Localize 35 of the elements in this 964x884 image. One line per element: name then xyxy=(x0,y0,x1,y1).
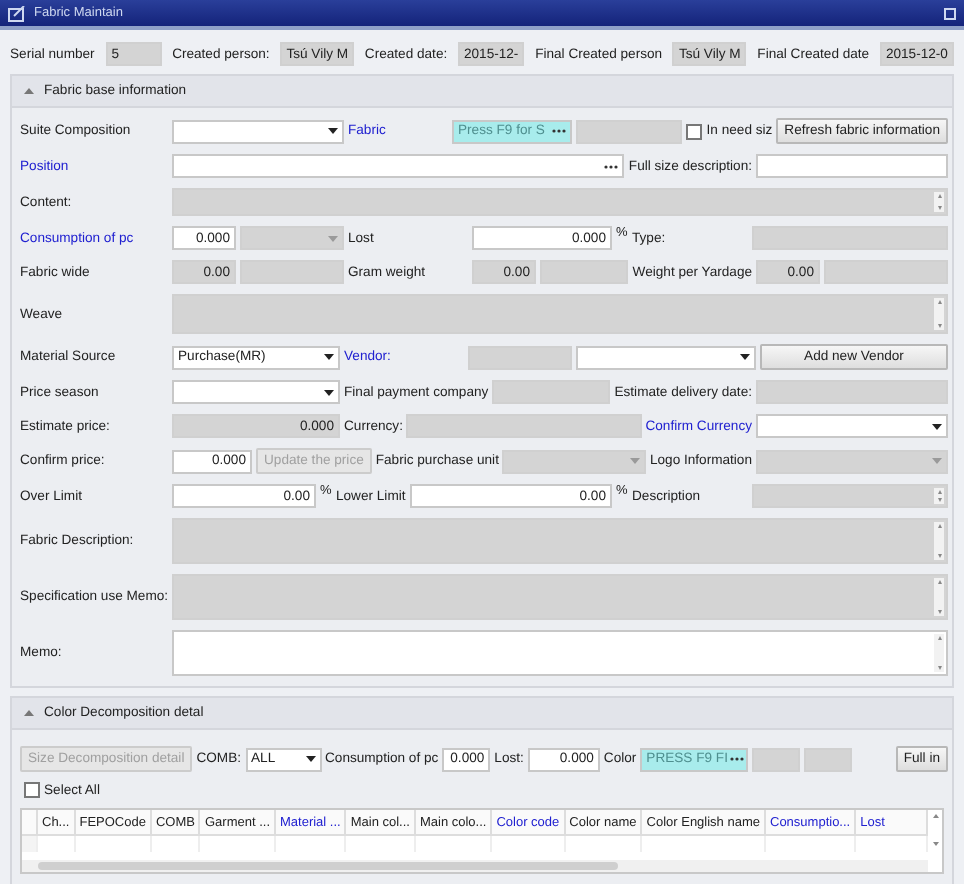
scrollbar[interactable] xyxy=(22,860,928,872)
scrollbar[interactable] xyxy=(934,192,944,212)
checkbox[interactable] xyxy=(686,123,703,139)
scrollbar[interactable] xyxy=(934,634,944,672)
dropdown[interactable] xyxy=(576,345,756,369)
ellipsis-icon xyxy=(729,756,744,762)
caret-icon xyxy=(932,423,942,429)
caret-icon xyxy=(305,756,315,762)
dropdown[interactable] xyxy=(172,119,344,143)
dropdown[interactable] xyxy=(756,414,948,438)
lookup-field[interactable] xyxy=(172,154,625,178)
scrollbar[interactable] xyxy=(934,298,944,330)
caret-icon xyxy=(328,235,338,241)
ellipsis-icon xyxy=(552,128,566,134)
caret-icon xyxy=(324,354,334,360)
dropdown[interactable] xyxy=(172,380,340,404)
scrollbar[interactable] xyxy=(934,488,944,504)
caret-icon xyxy=(328,128,338,134)
maximize-icon xyxy=(944,7,956,19)
collapse-icon xyxy=(24,710,34,716)
text-field[interactable] xyxy=(756,154,948,178)
scrollbar-thumb[interactable] xyxy=(38,862,618,870)
checkbox[interactable] xyxy=(24,782,40,798)
caret-icon xyxy=(740,354,750,360)
collapse-icon xyxy=(24,88,34,94)
scrollbar xyxy=(930,810,942,850)
scrollbar[interactable] xyxy=(934,522,944,560)
caret-icon xyxy=(932,458,942,464)
ellipsis-icon xyxy=(604,163,619,169)
window-icon xyxy=(8,5,26,21)
maximize-button[interactable] xyxy=(944,7,956,19)
memo-field[interactable] xyxy=(172,630,948,676)
scrollbar[interactable] xyxy=(934,578,944,616)
caret-icon xyxy=(324,389,334,395)
caret-icon xyxy=(629,458,640,464)
